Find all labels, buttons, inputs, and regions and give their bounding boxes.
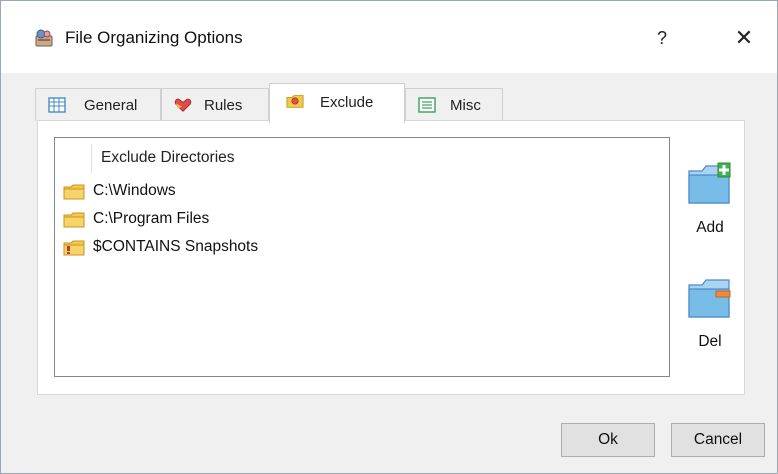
tab-general-label: General xyxy=(84,97,138,114)
list-header: Exclude Directories xyxy=(55,138,669,176)
column-header-exclude-directories[interactable]: Exclude Directories xyxy=(101,149,235,167)
tab-exclude-label: Exclude xyxy=(320,94,374,111)
delete-folder-icon xyxy=(688,279,731,318)
tab-rules[interactable]: Rules xyxy=(161,88,269,121)
cancel-button[interactable]: Cancel xyxy=(671,423,765,457)
title-bar: File Organizing Options ? ✕ xyxy=(1,1,777,73)
list-item-label: $CONTAINS Snapshots xyxy=(93,238,259,255)
window-title: File Organizing Options xyxy=(65,28,243,47)
add-button-label: Add xyxy=(696,219,724,236)
tab-general[interactable]: General xyxy=(35,88,161,121)
list-item[interactable]: C:\Windows xyxy=(63,180,653,204)
list-item-label: C:\Windows xyxy=(93,182,176,199)
close-button[interactable]: ✕ xyxy=(727,21,761,55)
ok-button[interactable]: Ok xyxy=(561,423,655,457)
del-button[interactable]: Del xyxy=(682,275,738,375)
del-button-label: Del xyxy=(698,333,722,350)
exclude-panel: Exclude Directories C:\Windows C:\Progra… xyxy=(37,120,745,395)
exclude-folder-icon xyxy=(286,95,304,108)
tab-misc[interactable]: Misc xyxy=(405,88,503,121)
header-divider xyxy=(91,144,92,174)
tab-rules-label: Rules xyxy=(204,97,243,114)
tab-exclude[interactable]: Exclude xyxy=(269,83,405,123)
folder-icon xyxy=(63,212,85,228)
misc-list-icon xyxy=(418,97,436,113)
tab-misc-label: Misc xyxy=(450,97,481,114)
rules-heart-icon xyxy=(174,98,192,112)
exclude-directories-list[interactable]: Exclude Directories C:\Windows C:\Progra… xyxy=(54,137,670,377)
list-item[interactable]: $CONTAINS Snapshots xyxy=(63,236,653,260)
add-button[interactable]: Add xyxy=(682,161,738,261)
general-grid-icon xyxy=(48,97,66,113)
list-item-label: C:\Program Files xyxy=(93,210,210,227)
folder-warning-icon xyxy=(63,240,85,256)
list-item[interactable]: C:\Program Files xyxy=(63,208,653,232)
help-button[interactable]: ? xyxy=(647,21,677,55)
app-icon xyxy=(35,29,53,47)
folder-icon xyxy=(63,184,85,200)
file-organizing-options-dialog: File Organizing Options ? ✕ General Rule… xyxy=(0,0,778,474)
add-folder-icon xyxy=(688,162,731,204)
